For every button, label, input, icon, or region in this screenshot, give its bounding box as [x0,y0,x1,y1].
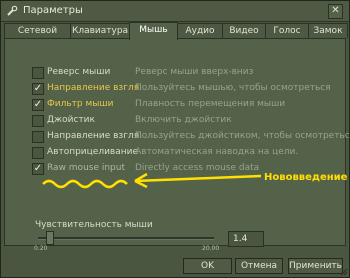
sensitivity-slider-thumb[interactable] [45,231,54,245]
mouse-filter-checkbox[interactable]: ✓ [32,99,44,111]
sensitivity-slider-track[interactable] [38,237,214,240]
tab-bar: Сетевой режим Клавиатура Мышь Аудио Виде… [4,22,348,50]
tab-mouse[interactable]: Мышь [129,22,178,40]
mouse-look-description: Пользуйтесь мышью, чтобы осмотреться [135,83,331,93]
mouse-look-checkbox[interactable]: ✓ [32,83,44,95]
sensitivity-min: 0.20 [34,245,48,252]
sensitivity-label: Чувствительность мыши [35,220,153,230]
joystick-look-description: Пользуйтесь джойстиком, чтобы осмотретьс… [135,131,350,141]
mouse-filter-label[interactable]: Фильтр мыши [47,99,113,109]
invert-mouse-checkbox[interactable] [32,67,44,79]
title-bar[interactable]: Параметры ✕ [1,1,349,22]
joystick-label[interactable]: Джойстик [47,115,95,125]
tab-keyboard[interactable]: Клавиатура [70,23,130,38]
joystick-checkbox[interactable] [32,115,44,127]
mouse-filter-description: Плавность перемещения мыши [135,99,286,109]
tab-voice[interactable]: Голос [265,23,309,38]
wrench-icon [7,5,18,16]
mouse-look-label[interactable]: Направление взгля. [47,83,142,93]
auto-aim-checkbox[interactable] [32,147,44,159]
joystick-look-checkbox[interactable] [32,131,44,143]
tab-lock[interactable]: Замок [308,23,348,38]
options-dialog: Параметры ✕ Сетевой режим Клавиатура Мыш… [0,0,350,278]
sensitivity-value-field[interactable]: 1.4 [228,231,264,247]
ok-button[interactable]: OK [183,258,232,274]
tab-network-mode[interactable]: Сетевой режим [4,23,71,50]
sensitivity-max: 20.00 [202,245,220,252]
invert-mouse-description: Реверс мыши вверх-вниз [135,67,254,77]
mouse-settings-panel: Реверс мыши Реверс мыши вверх-вниз ✓ Нап… [4,38,350,252]
apply-button[interactable]: Применить [288,258,343,274]
annotation-label: Нововведение [264,172,348,183]
invert-mouse-label[interactable]: Реверс мыши [47,67,110,77]
resize-grip-icon[interactable] [340,268,348,276]
auto-aim-label[interactable]: Автоприцеливание [47,147,138,157]
joystick-description: Включить джойстик [135,115,232,125]
annotation-arrow-icon [42,172,262,189]
tab-video[interactable]: Видео [222,23,266,38]
close-button[interactable]: ✕ [328,4,343,19]
tab-audio[interactable]: Аудио [177,23,223,38]
cancel-button[interactable]: Отмена [235,258,283,274]
joystick-look-label[interactable]: Направление взгля. [47,131,142,141]
auto-aim-description: Автоматическая наводка на цели. [135,147,299,157]
window-title: Параметры [23,5,83,16]
